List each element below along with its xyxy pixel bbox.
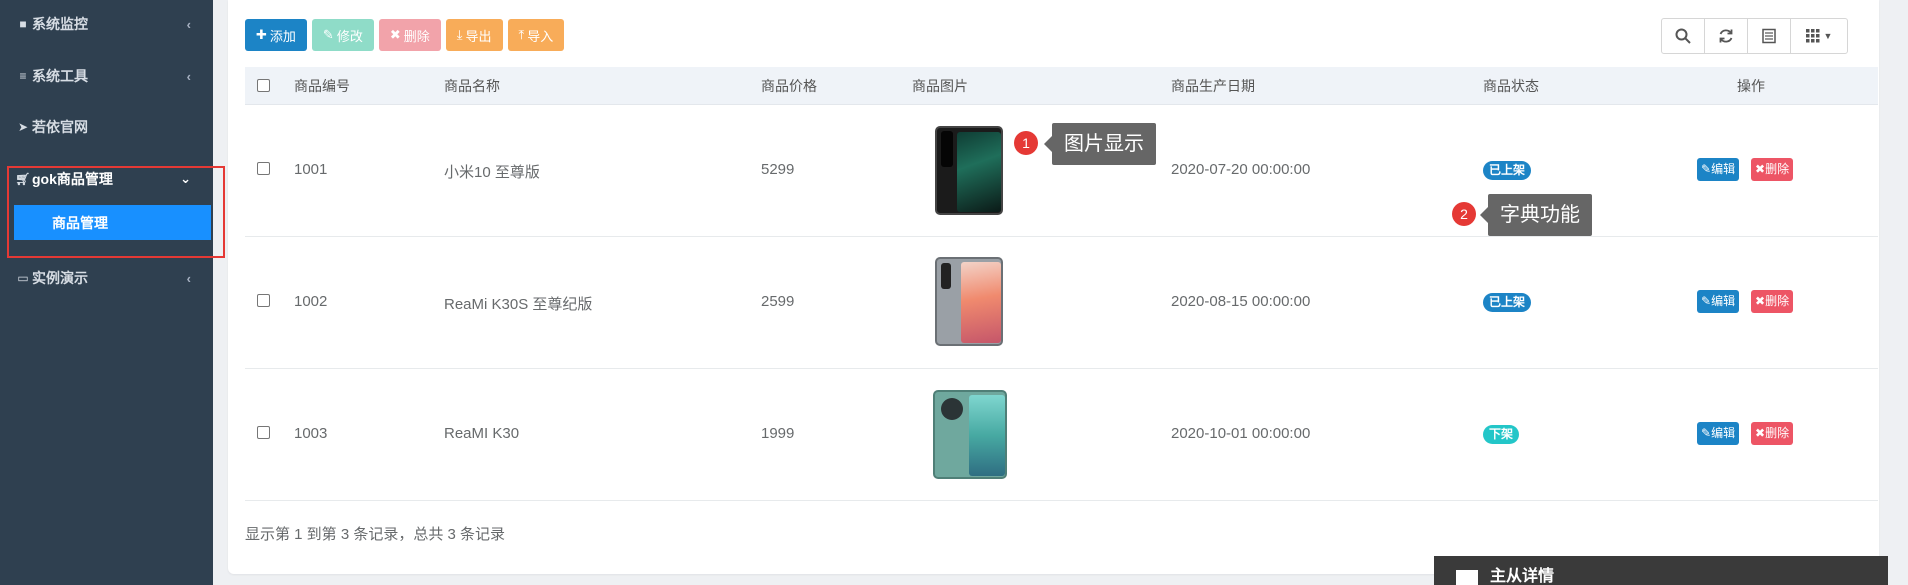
edit-button[interactable]: ✎ 修改	[311, 19, 374, 51]
callout-tooltip: 字典功能	[1480, 194, 1592, 236]
cell-name: ReaMI K30	[444, 425, 520, 442]
cell-name: ReaMi K30S 至尊纪版	[444, 296, 593, 313]
col-header-date[interactable]: 商品生产日期	[1171, 67, 1255, 105]
sidebar-item-monitor[interactable]: ■ 系统监控 ‹	[0, 6, 213, 42]
chevron-left-icon: ‹	[186, 68, 191, 84]
refresh-button[interactable]	[1704, 18, 1748, 54]
upload-icon: ⤒	[518, 27, 525, 42]
pagination-info: 显示第 1 到第 3 条记录，总共 3 条记录	[245, 526, 506, 543]
row-delete-button[interactable]: ✖删除	[1751, 158, 1794, 181]
status-badge: 已上架	[1483, 293, 1532, 312]
callout-tooltip: 图片显示	[1044, 123, 1156, 165]
edit-icon: ✎	[1701, 426, 1712, 440]
row-edit-button[interactable]: ✎编辑	[1697, 290, 1740, 313]
menu-icon	[1456, 570, 1478, 585]
callout-number: 1	[1014, 131, 1038, 155]
product-image-teal-phone[interactable]	[933, 390, 1007, 479]
video-camera-icon: ■	[19, 17, 27, 31]
cell-date: 2020-08-15 00:00:00	[1171, 293, 1311, 310]
row-checkbox[interactable]	[257, 294, 270, 307]
send-icon: ➤	[17, 120, 29, 134]
sidebar-item-label: 实例演示	[32, 270, 88, 286]
cell-name: 小米10 至尊版	[444, 164, 540, 181]
col-header-status[interactable]: 商品状态	[1483, 67, 1539, 105]
cell-id: 1003	[294, 425, 328, 442]
col-header-id[interactable]: 商品编号	[294, 67, 350, 105]
add-button[interactable]: ✚ 添加	[245, 19, 307, 51]
cell-price: 1999	[761, 425, 795, 442]
callout-number: 2	[1452, 202, 1476, 226]
export-button[interactable]: ⤓ 导出	[445, 19, 503, 51]
sidebar-item-demo[interactable]: ▭ 实例演示 ‹	[0, 260, 213, 296]
cell-date: 2020-10-01 00:00:00	[1171, 425, 1311, 442]
col-header-name[interactable]: 商品名称	[444, 67, 500, 105]
desktop-icon: ▭	[17, 271, 29, 285]
row-delete-button[interactable]: ✖删除	[1751, 422, 1794, 445]
edit-icon: ✎	[1701, 162, 1712, 176]
floating-panel-title: 主从详情	[1490, 568, 1555, 585]
columns-toggle-icon	[1762, 28, 1776, 44]
close-icon: ✖	[1755, 162, 1766, 176]
cell-date: 2020-07-20 00:00:00	[1171, 161, 1311, 178]
delete-button[interactable]: ✖ 删除	[378, 19, 441, 51]
sidebar-item-tools[interactable]: ≡ 系统工具 ‹	[0, 58, 213, 94]
plus-icon: ✚	[256, 27, 267, 42]
table-tools: ▼	[1661, 18, 1848, 54]
cell-id: 1002	[294, 293, 328, 310]
refresh-icon	[1719, 29, 1733, 43]
close-icon: ✖	[1755, 294, 1766, 308]
download-icon: ⤓	[456, 27, 463, 42]
cell-id: 1001	[294, 161, 328, 178]
row-edit-button[interactable]: ✎编辑	[1697, 158, 1740, 181]
grid-menu-icon	[1805, 29, 1820, 43]
col-header-price[interactable]: 商品价格	[761, 67, 817, 105]
row-checkbox[interactable]	[257, 162, 270, 175]
caret-down-icon: ▼	[1823, 31, 1833, 41]
product-image-black-phone[interactable]	[935, 126, 1003, 215]
row-checkbox[interactable]	[257, 426, 270, 439]
row-delete-button[interactable]: ✖删除	[1751, 290, 1794, 313]
main-panel: ✚ 添加 ✎ 修改 ✖ 删除 ⤓ 导出 ⤒ 导入 ▼ 商品编号 商品名称 商品价…	[228, 0, 1879, 574]
table-header: 商品编号 商品名称 商品价格 商品图片 商品生产日期 商品状态 操作	[245, 67, 1878, 105]
edit-icon: ✎	[322, 27, 334, 42]
chevron-left-icon: ‹	[186, 16, 191, 32]
close-icon: ✖	[389, 27, 401, 42]
floating-panel[interactable]: 主从详情	[1434, 556, 1888, 585]
sidebar-item-website[interactable]: ➤ 若依官网	[0, 109, 213, 145]
status-badge: 下架	[1483, 425, 1520, 444]
sidebar-item-label: 系统监控	[32, 16, 88, 32]
toolbar: ✚ 添加 ✎ 修改 ✖ 删除 ⤓ 导出 ⤒ 导入	[245, 19, 565, 51]
edit-icon: ✎	[1701, 294, 1712, 308]
col-header-actions: 操作	[1737, 78, 1765, 94]
select-all-checkbox[interactable]	[257, 79, 270, 92]
close-icon: ✖	[1755, 426, 1766, 440]
cell-price: 2599	[761, 293, 795, 310]
highlight-box	[7, 166, 225, 258]
col-header-image: 商品图片	[912, 78, 968, 94]
search-icon	[1675, 28, 1691, 44]
search-toggle-button[interactable]	[1661, 18, 1705, 54]
table-row[interactable]: 1003 ReaMI K30 1999 2020-10-01 00:00:00 …	[245, 369, 1878, 501]
row-edit-button[interactable]: ✎编辑	[1697, 422, 1740, 445]
toggle-view-button[interactable]	[1747, 18, 1791, 54]
bars-icon: ≡	[19, 69, 27, 83]
sidebar-item-label: 若依官网	[32, 119, 88, 135]
sidebar: ■ 系统监控 ‹ ≡ 系统工具 ‹ ➤ 若依官网 🛒︎ gok商品管理 ⌄ 商品…	[0, 0, 213, 585]
product-image-silver-phone[interactable]	[935, 257, 1003, 346]
columns-menu-button[interactable]: ▼	[1790, 18, 1848, 54]
chevron-left-icon: ‹	[186, 270, 191, 286]
cell-price: 5299	[761, 161, 795, 178]
table-row[interactable]: 1002 ReaMi K30S 至尊纪版 2599 2020-08-15 00:…	[245, 237, 1878, 369]
status-badge: 已上架	[1483, 161, 1532, 180]
import-button[interactable]: ⤒ 导入	[507, 19, 565, 51]
sidebar-item-label: 系统工具	[32, 68, 88, 84]
